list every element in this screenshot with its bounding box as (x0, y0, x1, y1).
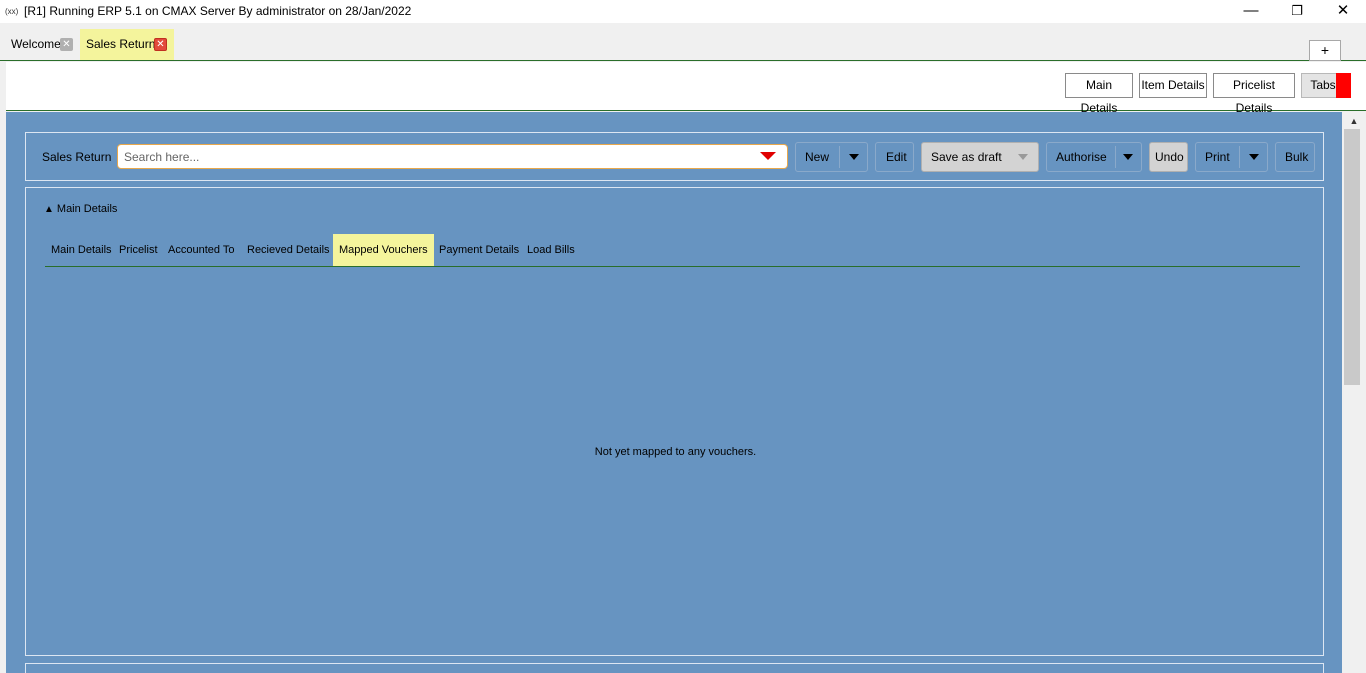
print-label: Print (1205, 150, 1230, 164)
main-details-button[interactable]: Main Details (1065, 73, 1133, 115)
new-button-label: New (805, 150, 830, 164)
scroll-up-icon[interactable]: ▲ (1342, 114, 1366, 128)
detail-tabs: Main Details Pricelist Accounted To Reci… (45, 234, 1300, 267)
chevron-down-icon[interactable] (849, 154, 859, 160)
close-tab-icon[interactable]: ✕ (60, 38, 73, 51)
collapse-triangle-icon: ▲ (44, 204, 54, 215)
bulk-button[interactable]: Bulk (1275, 142, 1315, 172)
print-button[interactable]: Print (1195, 142, 1268, 172)
tab-accounted-to[interactable]: Accounted To (168, 234, 234, 266)
chevron-down-icon[interactable] (1249, 154, 1259, 160)
button-separator (1239, 146, 1240, 168)
button-separator (839, 146, 840, 168)
next-section (25, 663, 1324, 673)
scroll-thumb[interactable] (1344, 129, 1360, 385)
tab-label: Sales Return (86, 37, 156, 51)
tab-mapped-vouchers[interactable]: Mapped Vouchers (333, 234, 434, 266)
main-details-section: ▲ Main Details Main Details Pricelist Acc… (25, 187, 1324, 656)
chevron-down-icon[interactable] (1123, 154, 1133, 160)
authorise-label: Authorise (1056, 150, 1107, 164)
pricelist-details-button[interactable]: Pricelist Details (1213, 73, 1295, 115)
chevron-down-icon[interactable] (1018, 154, 1028, 160)
item-details-button[interactable]: Item Details (1139, 73, 1207, 98)
form-label: Sales Return (42, 150, 112, 164)
tab-load-bills[interactable]: Load Bills (527, 234, 575, 266)
search-input[interactable] (117, 144, 788, 169)
minimize-icon[interactable]: — (1228, 0, 1274, 23)
new-button[interactable]: New (795, 142, 868, 172)
vertical-scrollbar[interactable]: ▲ (1342, 112, 1366, 673)
save-as-draft-label: Save as draft (931, 150, 1002, 164)
tab-recieved-details[interactable]: Recieved Details (247, 234, 330, 266)
button-separator (1115, 146, 1116, 168)
window-title-bar: (xx) [R1] Running ERP 5.1 on CMAX Server… (0, 0, 1366, 23)
tab-main-details[interactable]: Main Details (51, 234, 112, 266)
save-as-draft-button[interactable]: Save as draft (921, 142, 1039, 172)
tab-pricelist[interactable]: Pricelist (119, 234, 158, 266)
tab-sales-return[interactable]: Sales Return ✕ (80, 29, 174, 60)
main-details-toggle[interactable]: ▲ Main Details (44, 203, 117, 215)
section-nav-panel: Main Details Item Details Pricelist Deta… (6, 62, 1366, 115)
window-title: [R1] Running ERP 5.1 on CMAX Server By a… (24, 4, 412, 18)
edit-button[interactable]: Edit (875, 142, 914, 172)
undo-button[interactable]: Undo (1149, 142, 1188, 172)
app-icon: (xx) (5, 7, 19, 16)
document-tab-strip: Welcome ✕ Sales Return ✕ + (0, 23, 1366, 61)
action-bar: Sales Return New Edit Save as draft Auth… (25, 132, 1324, 181)
close-tab-icon[interactable]: ✕ (154, 38, 167, 51)
empty-state-message: Not yet mapped to any vouchers. (594, 446, 757, 458)
tabs-marker (1336, 73, 1351, 98)
maximize-icon[interactable]: ❐ (1274, 0, 1320, 23)
tab-payment-details[interactable]: Payment Details (439, 234, 519, 266)
close-window-icon[interactable]: ✕ (1320, 0, 1366, 23)
new-tab-button[interactable]: + (1309, 40, 1341, 61)
tab-label: Welcome (11, 37, 61, 51)
section-title: Main Details (56, 203, 118, 215)
authorise-button[interactable]: Authorise (1046, 142, 1142, 172)
form-content: Sales Return New Edit Save as draft Auth… (6, 112, 1342, 673)
search-dropdown-icon[interactable] (760, 152, 776, 160)
tab-welcome[interactable]: Welcome ✕ (5, 29, 81, 60)
